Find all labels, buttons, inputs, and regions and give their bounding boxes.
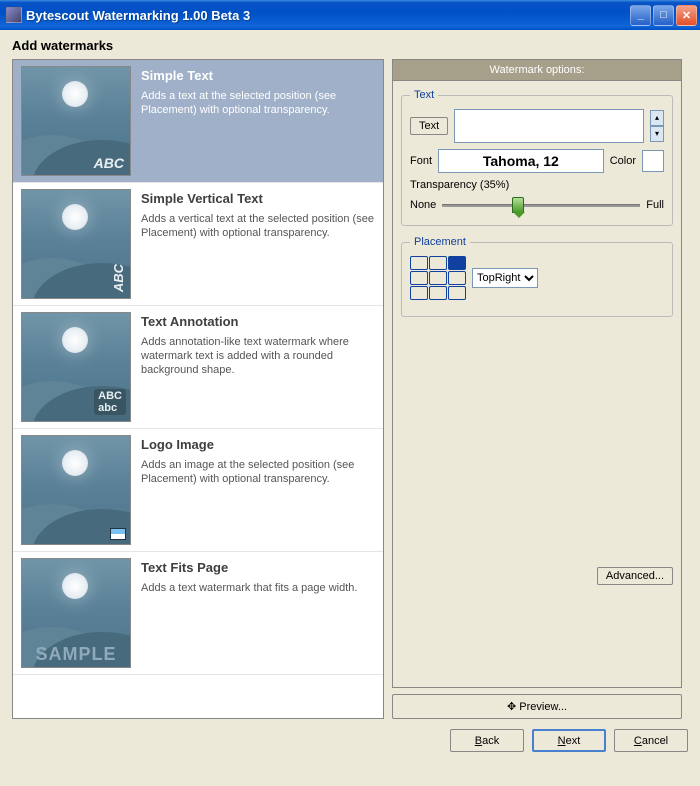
thumbnail: ABC [21,189,131,299]
next-button[interactable]: Next [532,729,606,752]
placement-select[interactable]: TopRight [472,268,538,288]
window-title: Bytescout Watermarking 1.00 Beta 3 [26,8,628,23]
minimize-button[interactable]: _ [630,5,651,26]
color-button[interactable] [642,150,664,172]
preview-button[interactable]: ✥ Preview... [392,694,682,719]
transparency-full: Full [646,199,664,211]
placement-grid[interactable] [410,256,466,300]
spin-up-icon[interactable]: ▴ [650,110,664,126]
app-icon [6,7,22,23]
text-button[interactable]: Text [410,117,448,135]
options-header: Watermark options: [392,59,682,80]
thumb-label [110,528,126,540]
item-title: Logo Image [141,437,375,452]
item-desc: Adds a text at the selected position (se… [141,89,375,117]
titlebar: Bytescout Watermarking 1.00 Beta 3 _ □ ✕ [0,0,700,30]
thumb-label: ABCabc [94,389,126,415]
thumb-label: ABC [94,155,124,171]
close-button[interactable]: ✕ [676,5,697,26]
options-panel: Text Text ▴▾ Font Tahoma, 12 Color Trans… [392,80,682,688]
thumb-label: SAMPLE [22,644,130,665]
thumbnail [21,435,131,545]
watermark-item-logo[interactable]: Logo Image Adds an image at the selected… [13,429,383,552]
watermark-item-simple-text[interactable]: ABC Simple Text Adds a text at the selec… [13,60,383,183]
placement-cell-topright[interactable] [448,256,466,270]
thumbnail: ABCabc [21,312,131,422]
item-title: Simple Text [141,68,375,83]
text-group: Text Text ▴▾ Font Tahoma, 12 Color Trans… [401,89,673,226]
item-desc: Adds an image at the selected position (… [141,458,375,486]
thumbnail: SAMPLE [21,558,131,668]
move-icon: ✥ [507,701,516,713]
wizard-buttons: Back Next Cancel [0,719,700,762]
item-desc: Adds a vertical text at the selected pos… [141,212,375,240]
thumbnail: ABC [21,66,131,176]
watermark-item-annotation[interactable]: ABCabc Text Annotation Adds annotation-l… [13,306,383,429]
thumb-label: ABC [111,264,126,292]
color-label: Color [610,155,636,167]
watermark-list[interactable]: ABC Simple Text Adds a text at the selec… [12,59,384,719]
text-input[interactable] [454,109,644,143]
page-heading: Add watermarks [12,38,688,53]
transparency-none: None [410,199,436,211]
item-desc: Adds a text watermark that fits a page w… [141,581,375,595]
advanced-button[interactable]: Advanced... [597,567,673,585]
watermark-item-fits-page[interactable]: SAMPLE Text Fits Page Adds a text waterm… [13,552,383,675]
placement-group: Placement TopRight [401,236,673,317]
back-button[interactable]: Back [450,729,524,752]
placement-legend: Placement [410,236,470,248]
font-label: Font [410,155,432,167]
watermark-item-vertical-text[interactable]: ABC Simple Vertical Text Adds a vertical… [13,183,383,306]
font-button[interactable]: Tahoma, 12 [438,149,604,173]
transparency-slider[interactable] [442,195,640,215]
text-legend: Text [410,89,438,101]
transparency-label: Transparency (35%) [410,179,664,191]
cancel-button[interactable]: Cancel [614,729,688,752]
item-desc: Adds annotation-like text watermark wher… [141,335,375,377]
spin-down-icon[interactable]: ▾ [650,126,664,142]
text-spin[interactable]: ▴▾ [650,110,664,142]
item-title: Text Fits Page [141,560,375,575]
item-title: Simple Vertical Text [141,191,375,206]
maximize-button[interactable]: □ [653,5,674,26]
slider-thumb[interactable] [512,197,524,213]
item-title: Text Annotation [141,314,375,329]
